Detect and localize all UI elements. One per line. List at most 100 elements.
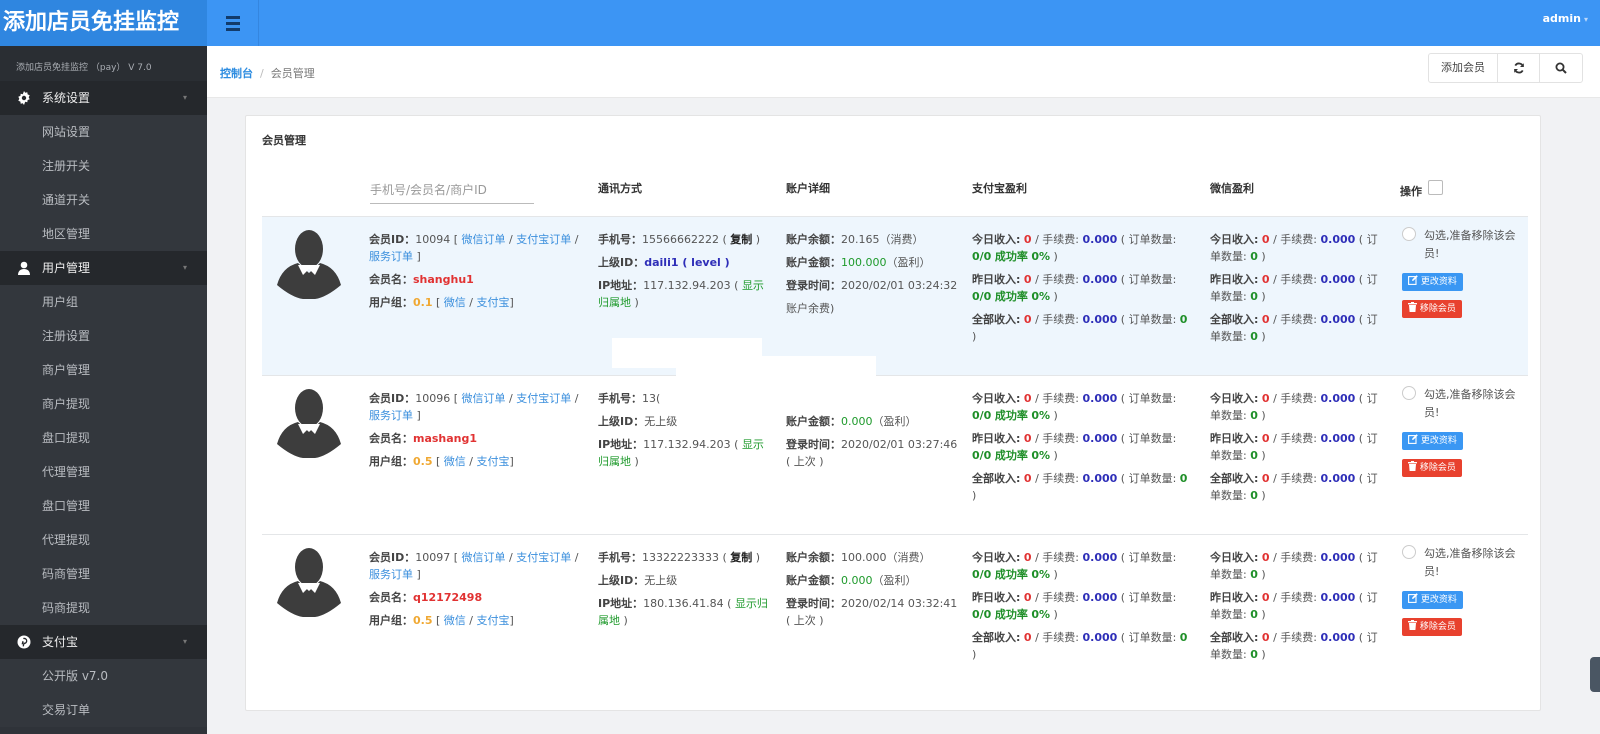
fee-label: / 手续费: bbox=[1035, 551, 1079, 564]
sidebar-group-system-settings[interactable]: 系统设置 ▾ bbox=[0, 81, 207, 115]
column-header-ops: 操作 bbox=[1400, 185, 1422, 198]
search-button[interactable] bbox=[1540, 54, 1582, 82]
alipay-group-link[interactable]: 支付宝 bbox=[477, 614, 510, 627]
remove-select-radio[interactable] bbox=[1402, 545, 1416, 559]
today-fee: 0.000 bbox=[1320, 233, 1356, 246]
sidebar-item-user-group[interactable]: 用户组 bbox=[0, 285, 207, 319]
sidebar-item-handicap-withdraw[interactable]: 盘口提现 bbox=[0, 421, 207, 455]
remove-member-label: 移除会员 bbox=[1419, 463, 1456, 473]
phone-number: 15566662222 bbox=[642, 233, 719, 246]
remove-select-radio[interactable] bbox=[1402, 386, 1416, 400]
sidebar: 添加店员免挂监控 （pay） V 7.0 系统设置 ▾ 网站设置 注册开关 通道… bbox=[0, 46, 207, 734]
last-login-note: ( 上次 ) bbox=[786, 455, 824, 469]
sidebar-item-channel-switch[interactable]: 通道开关 bbox=[0, 183, 207, 217]
refresh-button[interactable] bbox=[1498, 54, 1540, 82]
parent-id: 无上级 bbox=[644, 574, 678, 588]
avatar-icon bbox=[277, 389, 341, 458]
order-count-label: ( 订单数量: bbox=[1120, 551, 1177, 564]
member-id-label: 会员ID： bbox=[369, 392, 416, 405]
remove-select-radio[interactable] bbox=[1402, 227, 1416, 241]
wechat-group-link[interactable]: 微信 bbox=[444, 614, 466, 627]
wechat-order-link[interactable]: 微信订单 bbox=[462, 392, 506, 405]
yesterday-income: 0 bbox=[1261, 591, 1270, 605]
fee-label: / 手续费: bbox=[1035, 432, 1079, 446]
breadcrumb-home-link[interactable]: 控制台 bbox=[220, 67, 253, 80]
member-search-input[interactable] bbox=[370, 176, 534, 204]
ip-address: 180.136.41.84 bbox=[643, 597, 724, 611]
sidebar-item-merchant-withdraw[interactable]: 商户提现 bbox=[0, 387, 207, 421]
sidebar-item-code-merchant-withdraw[interactable]: 码商提现 bbox=[0, 591, 207, 625]
amount-value: 0.000 bbox=[841, 574, 873, 588]
member-row: 会员ID：10094 [ 微信订单 / 支付宝订单 / 服务订单 ] 会员名：s… bbox=[262, 216, 1528, 375]
wechat-profit: 今日收入: 0 / 手续费: 0.000 ( 订单数量: 0 ) 昨日收入: 0… bbox=[1210, 233, 1378, 344]
fee-label: / 手续费: bbox=[1035, 313, 1079, 327]
amount-note: （盈利） bbox=[872, 415, 917, 429]
sidebar-item-register-switch[interactable]: 注册开关 bbox=[0, 149, 207, 183]
remove-member-button[interactable]: 移除会员 bbox=[1402, 618, 1462, 636]
copy-phone-link[interactable]: 复制 bbox=[730, 233, 752, 246]
service-order-link[interactable]: 服务订单 bbox=[369, 250, 413, 263]
yesterday-orders: 0 bbox=[1250, 449, 1258, 463]
fee-label: / 手续费: bbox=[1273, 313, 1317, 327]
sidebar-item-register-settings[interactable]: 注册设置 bbox=[0, 319, 207, 353]
render-glitch bbox=[716, 378, 886, 392]
sidebar-item-public-version[interactable]: 公开版 v7.0 bbox=[0, 659, 207, 693]
wechat-profit: 今日收入: 0 / 手续费: 0.000 ( 订单数量: 0 ) 昨日收入: 0… bbox=[1210, 392, 1378, 503]
alipay-profit: 今日收入: 0 / 手续费: 0.000 ( 订单数量: 0/0 成功率 0% … bbox=[972, 233, 1188, 344]
wechat-group-link[interactable]: 微信 bbox=[444, 296, 466, 309]
sidebar-group-user-management[interactable]: 用户管理 ▾ bbox=[0, 251, 207, 285]
sidebar-item-agent-management[interactable]: 代理管理 bbox=[0, 455, 207, 489]
sidebar-group-alipay[interactable]: 支付宝 ▾ bbox=[0, 625, 207, 659]
service-order-link[interactable]: 服务订单 bbox=[369, 409, 413, 422]
sidebar-item-handicap-management[interactable]: 盘口管理 bbox=[0, 489, 207, 523]
alipay-order-link[interactable]: 支付宝订单 bbox=[516, 392, 571, 405]
remove-member-label: 移除会员 bbox=[1419, 304, 1456, 314]
remove-member-button[interactable]: 移除会员 bbox=[1402, 459, 1462, 477]
all-income-label: 全部收入: bbox=[1210, 313, 1259, 327]
alipay-order-link[interactable]: 支付宝订单 bbox=[516, 233, 571, 246]
amount-label: 账户金额： bbox=[786, 574, 841, 588]
breadcrumb-bar: 控制台 / 会员管理 添加会员 bbox=[207, 46, 1600, 98]
ip-label: IP地址： bbox=[598, 597, 644, 611]
sidebar-item-code-merchant-management[interactable]: 码商管理 bbox=[0, 557, 207, 591]
user-group-label: 用户组： bbox=[369, 455, 413, 469]
edit-member-label: 更改资料 bbox=[1420, 595, 1457, 605]
member-id: 10094 bbox=[415, 233, 451, 246]
copy-phone-link[interactable]: 复制 bbox=[730, 551, 752, 564]
today-orders: 0 bbox=[1250, 568, 1258, 582]
today-income-label: 今日收入: bbox=[1210, 551, 1259, 564]
alipay-group-link[interactable]: 支付宝 bbox=[477, 455, 510, 468]
user-group-rate: 0.5 bbox=[413, 455, 433, 469]
chevron-down-icon: ▾ bbox=[182, 93, 187, 102]
service-order-link[interactable]: 服务订单 bbox=[369, 568, 413, 581]
member-row: 会员ID：10097 [ 微信订单 / 支付宝订单 / 服务订单 ] 会员名：q… bbox=[262, 534, 1528, 693]
floating-widget[interactable] bbox=[1590, 657, 1600, 692]
add-member-button[interactable]: 添加会员 bbox=[1429, 54, 1498, 82]
sidebar-item-trade-orders[interactable]: 交易订单 bbox=[0, 693, 207, 727]
alipay-profit: 今日收入: 0 / 手续费: 0.000 ( 订单数量: 0/0 成功率 0% … bbox=[972, 392, 1188, 503]
alipay-order-link[interactable]: 支付宝订单 bbox=[516, 551, 571, 564]
success-rate-label: 成功率 bbox=[994, 409, 1028, 423]
alipay-group-link[interactable]: 支付宝 bbox=[477, 296, 510, 309]
sidebar-item-region-management[interactable]: 地区管理 bbox=[0, 217, 207, 251]
remove-member-button[interactable]: 移除会员 bbox=[1402, 300, 1462, 318]
sidebar-item-agent-withdraw[interactable]: 代理提现 bbox=[0, 523, 207, 557]
select-all-checkbox[interactable] bbox=[1428, 180, 1443, 195]
remove-select-label: 勾选,准备移除该会员! bbox=[1424, 547, 1516, 578]
login-time: 2020/02/14 03:32:41 bbox=[841, 597, 958, 611]
member-id-label: 会员ID： bbox=[369, 233, 416, 246]
today-income-label: 今日收入: bbox=[972, 392, 1021, 405]
sidebar-item-website-settings[interactable]: 网站设置 bbox=[0, 115, 207, 149]
wechat-order-link[interactable]: 微信订单 bbox=[462, 233, 506, 246]
yesterday-rate: 0% bbox=[1031, 449, 1051, 463]
wechat-order-link[interactable]: 微信订单 bbox=[462, 551, 506, 564]
sidebar-toggle-button[interactable] bbox=[207, 0, 259, 46]
balance-note: （消费） bbox=[886, 551, 931, 564]
edit-member-button[interactable]: 更改资料 bbox=[1402, 432, 1463, 450]
user-menu[interactable]: admin ▾ bbox=[1543, 0, 1588, 46]
wechat-group-link[interactable]: 微信 bbox=[444, 455, 466, 468]
edit-member-button[interactable]: 更改资料 bbox=[1402, 273, 1463, 291]
sidebar-item-merchant-management[interactable]: 商户管理 bbox=[0, 353, 207, 387]
today-income: 0 bbox=[1261, 392, 1270, 405]
edit-member-button[interactable]: 更改资料 bbox=[1402, 591, 1463, 609]
